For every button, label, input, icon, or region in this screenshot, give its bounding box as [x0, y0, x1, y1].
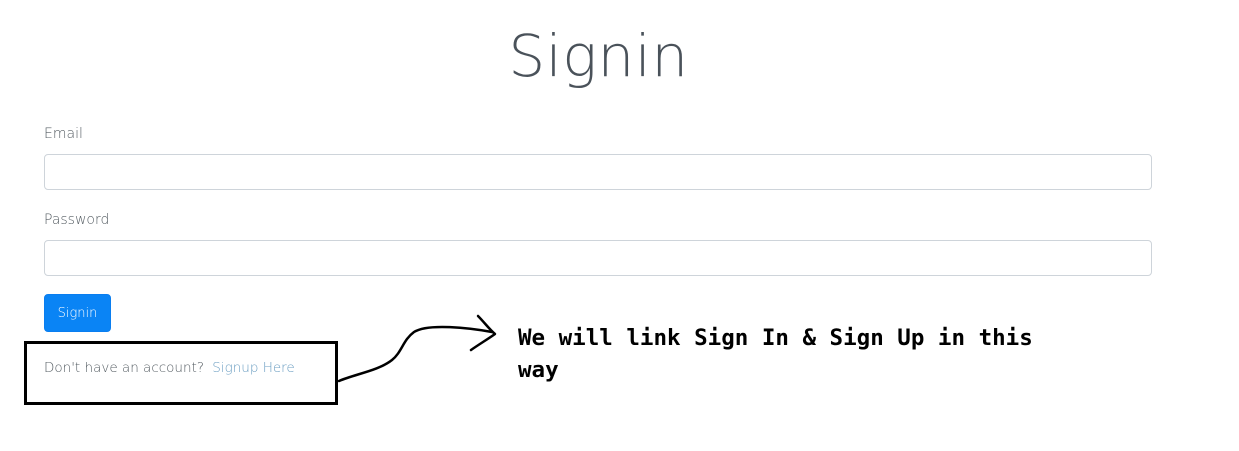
signin-page: Signin Email Password Signin Don't have …	[0, 0, 1239, 451]
signin-button[interactable]: Signin	[44, 294, 111, 332]
email-label: Email	[44, 126, 83, 142]
signup-prompt: Don't have an account? Signup Here	[44, 360, 295, 376]
password-label: Password	[44, 212, 110, 228]
page-title: Signin	[508, 22, 689, 90]
annotation-note: We will link Sign In & Sign Up in this w…	[518, 325, 1033, 383]
signup-prompt-text: Don't have an account?	[44, 360, 204, 376]
password-field[interactable]	[44, 240, 1152, 276]
email-field[interactable]	[44, 154, 1152, 190]
signup-link[interactable]: Signup Here	[212, 360, 294, 376]
